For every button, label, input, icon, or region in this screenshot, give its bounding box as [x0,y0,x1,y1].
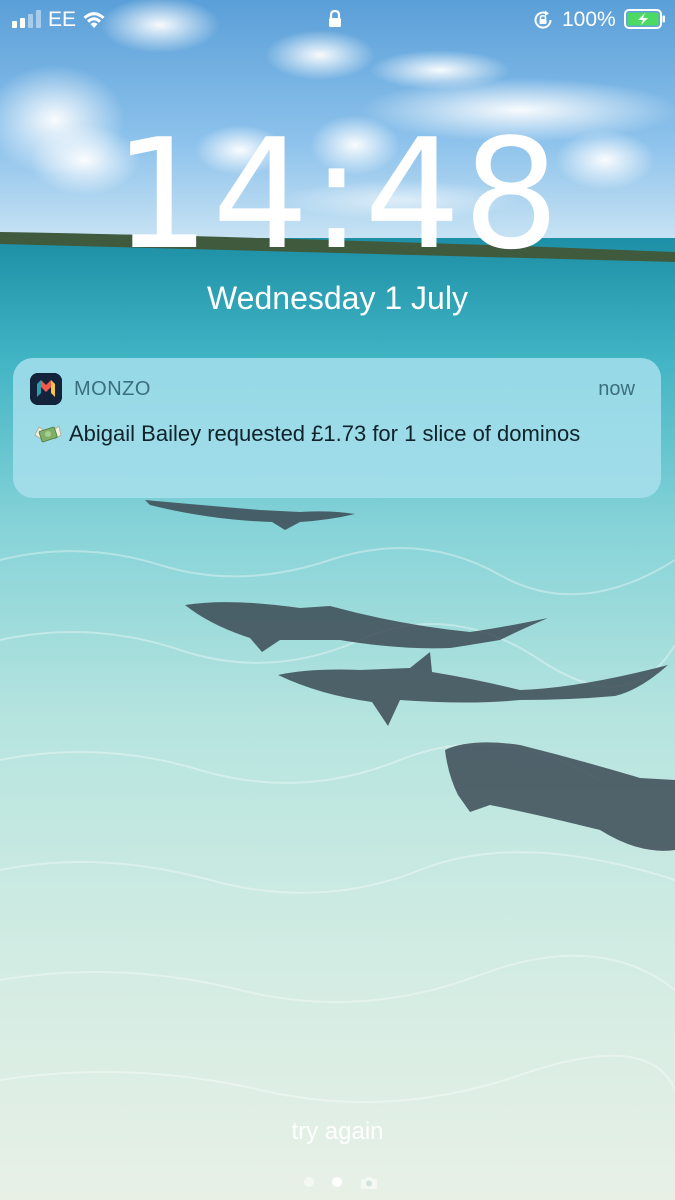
lock-icon [329,9,341,27]
carrier-label: EE [48,8,77,31]
wifi-icon [83,12,105,28]
lock-screen-time: 14:48 [113,106,562,283]
monzo-app-icon [30,373,62,405]
camera-icon[interactable] [360,1175,378,1190]
battery-percent: 100% [562,8,616,31]
lock-screen-date: Wednesday 1 July [207,280,468,316]
lock-screen: EE 100% 14:48 Wednesday 1 July MONZO now… [0,0,675,1200]
notification-card[interactable]: MONZO now Abigail Bailey requested £1.73… [13,358,661,498]
money-with-wings-icon [34,425,62,443]
rotation-lock-icon [534,10,552,29]
page-dot-active[interactable] [332,1177,342,1187]
notification-message: Abigail Bailey requested £1.73 for 1 sli… [69,421,581,446]
status-bar: EE 100% [0,0,675,40]
notification-app-name: MONZO [74,378,151,400]
page-indicator[interactable] [0,1175,675,1191]
notification-time: now [598,378,635,400]
battery-charging-icon [624,9,665,29]
page-dot[interactable] [304,1177,314,1187]
signal-icon [12,10,41,28]
notification-body: Abigail Bailey requested £1.73 for 1 sli… [33,420,633,448]
try-again-button[interactable]: try again [0,1118,675,1146]
